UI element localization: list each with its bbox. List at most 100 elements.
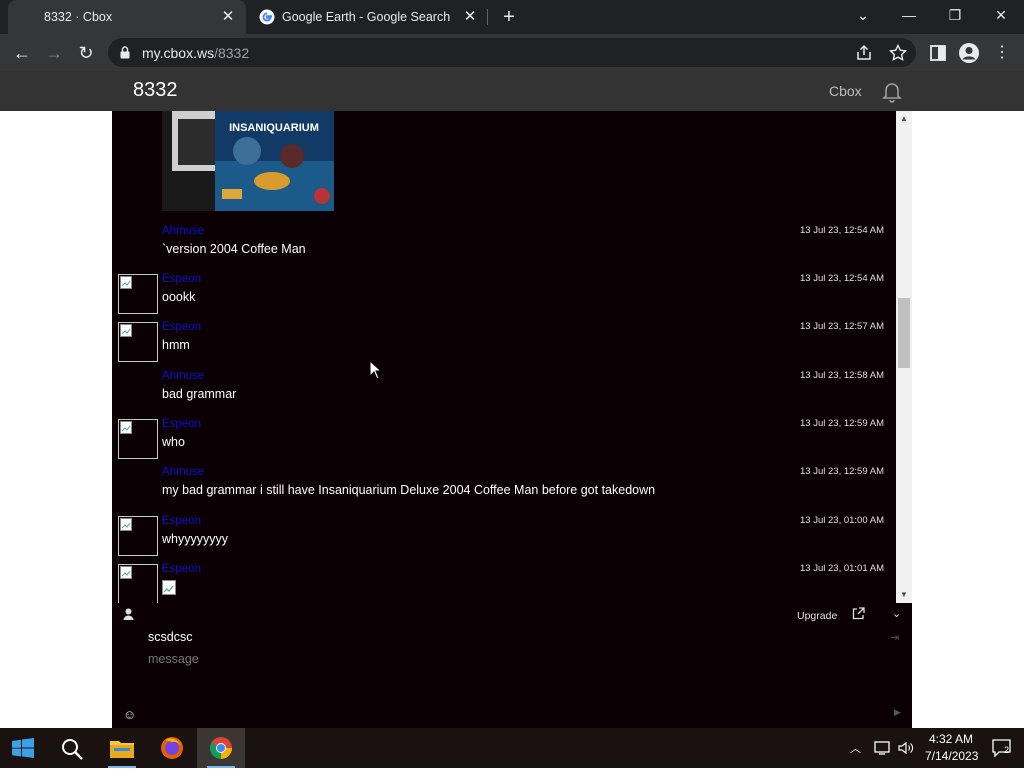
message-timestamp: 13 Jul 23, 12:57 AM (800, 321, 884, 332)
emoji-icon[interactable]: ☺ (123, 707, 136, 722)
bookmark-star-icon[interactable] (888, 43, 908, 63)
list-item: Espeon 13 Jul 23, 12:59 AM who (112, 418, 896, 464)
collapse-icon[interactable]: ⌄ (892, 607, 901, 620)
list-item: Ahmuse 13 Jul 23, 12:58 AM bad grammar (112, 370, 896, 416)
message-text: bad grammar (162, 387, 237, 401)
broken-image-icon (120, 518, 132, 531)
list-item: Espeon 13 Jul 23, 01:00 AM whyyyyyyyy (112, 515, 896, 561)
mouse-cursor-icon (369, 360, 383, 380)
chrome-taskbar-button[interactable] (197, 728, 245, 768)
tab-title: Google Earth - Google Search (282, 10, 451, 24)
site-header: 8332 Cbox (0, 71, 1024, 111)
share-icon[interactable] (854, 43, 874, 63)
avatar[interactable] (118, 516, 158, 556)
username-link[interactable]: Ahmuse (162, 370, 204, 382)
clock-time[interactable]: 4:32 AM (929, 732, 973, 746)
lock-icon (120, 46, 130, 59)
url-path: /8332 (214, 45, 250, 61)
name-field[interactable]: scsdcsc (148, 630, 192, 644)
clock-date[interactable]: 7/14/2023 (925, 749, 978, 763)
reload-icon[interactable]: ↻ (73, 40, 99, 66)
close-window-icon[interactable]: ✕ (978, 0, 1024, 34)
tab-search-icon[interactable]: ⌄ (840, 0, 886, 34)
show-hidden-icons-icon[interactable]: ︿ (850, 740, 861, 780)
close-tab-icon[interactable]: ✕ (462, 9, 478, 25)
send-icon[interactable]: ▶ (894, 707, 901, 718)
profile-icon[interactable] (958, 42, 980, 64)
message-input[interactable] (148, 652, 848, 666)
list-item: Ahmuse 13 Jul 23, 12:54 AM `version 2004… (112, 225, 896, 271)
popout-icon[interactable] (852, 607, 865, 620)
avatar[interactable] (118, 564, 158, 603)
avatar[interactable] (118, 274, 158, 314)
username-link[interactable]: Espeon (162, 563, 201, 575)
tab-strip: 8332 · Cbox ✕ Google Earth - Google Sear… (0, 0, 1024, 34)
side-panel-icon[interactable] (927, 42, 949, 64)
message-timestamp: 13 Jul 23, 12:59 AM (800, 418, 884, 429)
page-title: 8332 (133, 79, 178, 101)
list-item: Espeon 13 Jul 23, 12:54 AM oookk (112, 273, 896, 319)
scrollbar-thumb[interactable] (898, 298, 910, 368)
firefox-icon (161, 737, 183, 759)
upgrade-link[interactable]: Upgrade (797, 610, 837, 622)
notification-bell-icon[interactable] (880, 79, 904, 103)
close-tab-icon[interactable]: ✕ (220, 9, 236, 25)
message-timestamp: 13 Jul 23, 12:58 AM (800, 370, 884, 381)
shared-image[interactable]: INSANIQUARIUM (162, 111, 334, 216)
image-caption: INSANIQUARIUM (229, 122, 319, 134)
forward-icon[interactable]: → (41, 40, 67, 66)
message-text: whyyyyyyyy (162, 532, 228, 546)
broken-image-icon (120, 276, 132, 289)
folder-icon (110, 741, 134, 758)
message-text: my bad grammar i still have Insaniquariu… (162, 483, 656, 497)
broken-image-icon (120, 566, 132, 579)
tab-google-search[interactable]: Google Earth - Google Search ✕ (248, 0, 488, 34)
message-text: hmm (162, 338, 190, 352)
cbox-link[interactable]: Cbox (829, 83, 862, 99)
chat-box: INSANIQUARIUM Ahmuse 13 Jul 23, 12:54 AM… (112, 111, 912, 728)
menu-icon[interactable]: ⋮ (989, 40, 1015, 66)
username-link[interactable]: Espeon (162, 321, 201, 333)
broken-image-icon (120, 324, 132, 337)
minimize-icon[interactable]: — (886, 0, 932, 34)
message-timestamp: 13 Jul 23, 01:01 AM (800, 563, 884, 574)
tab-cbox[interactable]: 8332 · Cbox ✕ (8, 0, 246, 34)
username-link[interactable]: Espeon (162, 515, 201, 527)
broken-image-icon[interactable] (162, 580, 178, 596)
browser-toolbar: ← → ↻ my.cbox.ws/8332 ⋮ (0, 34, 1024, 71)
username-link[interactable]: Ahmuse (162, 225, 204, 237)
username-link[interactable]: Ahmuse (162, 466, 204, 478)
url-host: my.cbox.ws (142, 45, 215, 61)
back-icon[interactable]: ← (9, 40, 35, 66)
broken-image-icon (120, 421, 132, 434)
search-icon[interactable] (60, 737, 84, 761)
message-timestamp: 13 Jul 23, 01:00 AM (800, 515, 884, 526)
address-bar[interactable]: my.cbox.ws/8332 (108, 38, 916, 67)
new-tab-icon[interactable]: + (498, 6, 520, 28)
scroll-up-icon[interactable]: ▲ (896, 111, 912, 127)
message-text: who (162, 435, 185, 449)
logout-icon[interactable]: ⇥ (890, 631, 899, 644)
username-link[interactable]: Espeon (162, 273, 201, 285)
username-link[interactable]: Espeon (162, 418, 201, 430)
user-icon[interactable] (123, 608, 134, 620)
notification-count-badge: 2 (1004, 745, 1010, 755)
avatar[interactable] (118, 322, 158, 362)
url-text: my.cbox.ws/8332 (142, 45, 249, 61)
avatar[interactable] (118, 419, 158, 459)
list-item: INSANIQUARIUM (112, 111, 896, 219)
firefox-taskbar-button[interactable] (148, 728, 196, 768)
scroll-down-icon[interactable]: ▼ (896, 587, 912, 603)
message-text: `version 2004 Coffee Man (162, 242, 306, 256)
page-content: 8332 Cbox INSANIQUARIUM Ahmuse 13 Jul 23… (0, 71, 1024, 728)
taskbar: ︿ 4:32 AM 7/14/2023 2 (0, 728, 1024, 768)
list-item: Espeon 13 Jul 23, 01:01 AM (112, 563, 896, 603)
network-icon[interactable] (874, 740, 892, 756)
restore-icon[interactable]: ❐ (932, 0, 978, 34)
volume-icon[interactable] (898, 740, 914, 756)
windows-start-icon[interactable] (12, 738, 34, 758)
file-explorer-taskbar-button[interactable] (98, 728, 146, 768)
message-timestamp: 13 Jul 23, 12:59 AM (800, 466, 884, 477)
message-timestamp: 13 Jul 23, 12:54 AM (800, 273, 884, 284)
message-list[interactable]: INSANIQUARIUM Ahmuse 13 Jul 23, 12:54 AM… (112, 111, 896, 603)
